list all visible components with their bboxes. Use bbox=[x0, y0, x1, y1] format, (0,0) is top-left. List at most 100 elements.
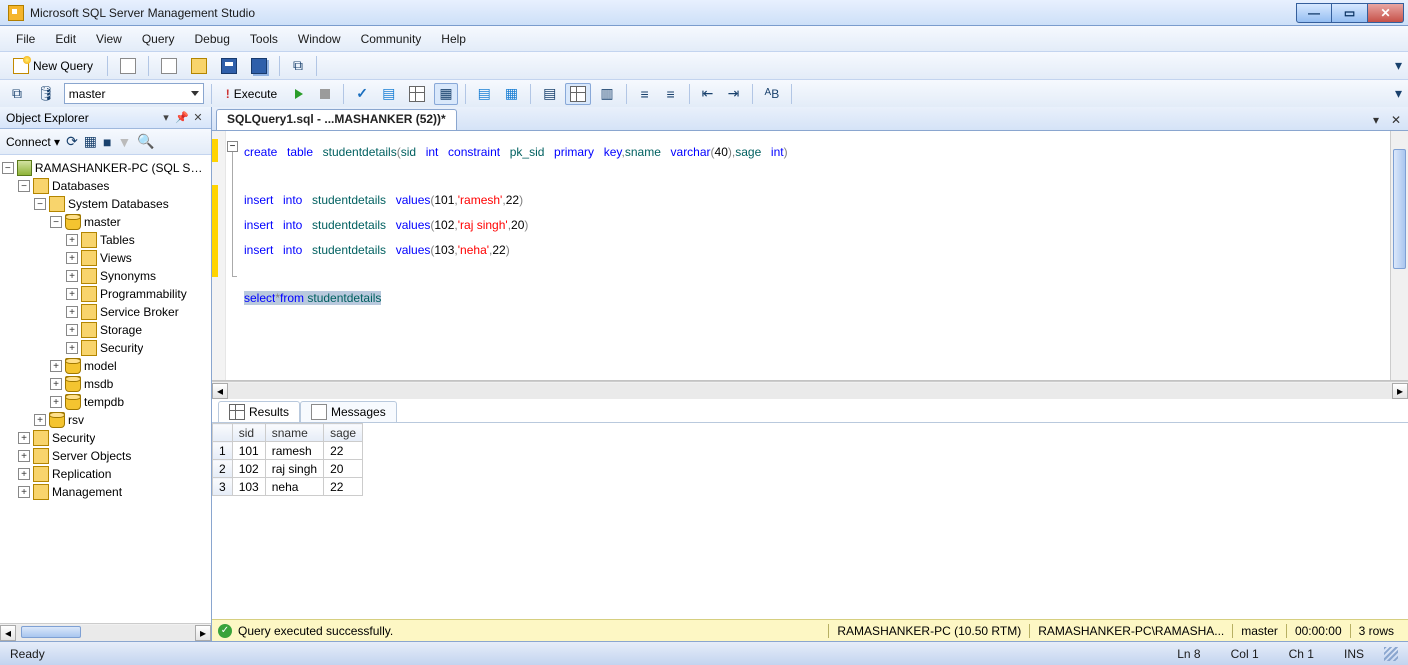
grid-cell-sname[interactable]: ramesh bbox=[265, 442, 323, 460]
tree-expander[interactable]: + bbox=[18, 486, 30, 498]
menu-help[interactable]: Help bbox=[433, 29, 474, 49]
close-icon[interactable]: ✕ bbox=[191, 111, 205, 125]
parse-button[interactable]: ✓ bbox=[351, 83, 373, 105]
grid-rownum[interactable]: 2 bbox=[213, 460, 233, 478]
tree-db-rsv[interactable]: +rsv bbox=[2, 411, 209, 429]
menu-community[interactable]: Community bbox=[353, 29, 430, 49]
include-statistics-button[interactable]: ▦ bbox=[500, 83, 523, 105]
tree-expander[interactable]: − bbox=[18, 180, 30, 192]
tree-expander[interactable]: + bbox=[66, 306, 78, 318]
intellisense-button[interactable]: ▦ bbox=[434, 83, 457, 105]
tree-expander[interactable]: + bbox=[66, 270, 78, 282]
scroll-right-arrow[interactable]: ▸ bbox=[195, 625, 211, 641]
tree-master-storage[interactable]: +Storage bbox=[2, 321, 209, 339]
search-icon[interactable]: 🔍 bbox=[137, 133, 154, 150]
scroll-left-arrow[interactable]: ◂ bbox=[212, 383, 228, 399]
tree-master-programmability[interactable]: +Programmability bbox=[2, 285, 209, 303]
messages-tab[interactable]: Messages bbox=[300, 401, 397, 422]
disconnect-icon[interactable]: ▦ bbox=[84, 133, 97, 150]
grid-cell-sid[interactable]: 103 bbox=[232, 478, 265, 496]
grid-cell-sname[interactable]: neha bbox=[265, 478, 323, 496]
tree-db-model[interactable]: +model bbox=[2, 357, 209, 375]
editor-hscroll[interactable]: ◂ ▸ bbox=[212, 381, 1408, 399]
menu-debug[interactable]: Debug bbox=[187, 29, 238, 49]
cancel-button[interactable] bbox=[314, 83, 336, 105]
tree-expander[interactable]: + bbox=[66, 234, 78, 246]
new-file-button[interactable] bbox=[156, 55, 182, 77]
save-button[interactable] bbox=[216, 55, 242, 77]
decrease-indent-button[interactable]: ⇤ bbox=[697, 83, 719, 105]
tree-expander[interactable]: + bbox=[18, 450, 30, 462]
toolbar-overflow-icon[interactable]: ▾ bbox=[1395, 85, 1402, 102]
grid-col-sid[interactable]: sid bbox=[232, 424, 265, 442]
grid-cell-sage[interactable]: 22 bbox=[324, 478, 363, 496]
tree-expander[interactable]: + bbox=[34, 414, 46, 426]
tree-master-service-broker[interactable]: +Service Broker bbox=[2, 303, 209, 321]
results-text-button[interactable]: ▤ bbox=[538, 83, 561, 105]
menu-file[interactable]: File bbox=[8, 29, 43, 49]
grid-cell-sage[interactable]: 22 bbox=[324, 442, 363, 460]
results-grid-button[interactable] bbox=[565, 83, 591, 105]
document-tab[interactable]: SQLQuery1.sql - ...MASHANKER (52))* bbox=[216, 109, 457, 130]
tree-server-management[interactable]: +Management bbox=[2, 483, 209, 501]
tree-server-server-objects[interactable]: +Server Objects bbox=[2, 447, 209, 465]
grid-rownum[interactable]: 3 bbox=[213, 478, 233, 496]
results-grid[interactable]: sidsnamesage1101ramesh222102raj singh203… bbox=[212, 423, 363, 496]
comment-button[interactable]: ≡ bbox=[634, 83, 656, 105]
grid-corner[interactable] bbox=[213, 424, 233, 442]
refresh-icon[interactable]: ⟳ bbox=[66, 133, 78, 150]
menu-view[interactable]: View bbox=[88, 29, 130, 49]
grid-col-sname[interactable]: sname bbox=[265, 424, 323, 442]
uncomment-button[interactable]: ≡ bbox=[660, 83, 682, 105]
include-actual-plan-button[interactable]: ▤ bbox=[473, 83, 496, 105]
table-row[interactable]: 1101ramesh22 bbox=[213, 442, 363, 460]
tree-master-tables[interactable]: +Tables bbox=[2, 231, 209, 249]
menu-query[interactable]: Query bbox=[134, 29, 183, 49]
grid-cell-sid[interactable]: 102 bbox=[232, 460, 265, 478]
maximize-button[interactable]: ▭ bbox=[1332, 3, 1368, 23]
close-button[interactable]: ✕ bbox=[1368, 3, 1404, 23]
results-file-button[interactable]: ▥ bbox=[595, 83, 618, 105]
tree-expander[interactable]: + bbox=[50, 378, 62, 390]
menu-window[interactable]: Window bbox=[290, 29, 349, 49]
table-row[interactable]: 2102raj singh20 bbox=[213, 460, 363, 478]
execute-button[interactable]: ! Execute bbox=[219, 83, 284, 105]
tree-expander[interactable]: + bbox=[66, 342, 78, 354]
connect-button[interactable]: Connect ▾ bbox=[6, 135, 60, 149]
close-document-button[interactable]: ✕ bbox=[1388, 112, 1404, 128]
tree-expander[interactable]: + bbox=[50, 396, 62, 408]
tree-system-databases[interactable]: −System Databases bbox=[2, 195, 209, 213]
collapse-toggle[interactable]: − bbox=[227, 141, 238, 152]
object-explorer-hscroll[interactable]: ◂ ▸ bbox=[0, 623, 211, 641]
grid-cell-sname[interactable]: raj singh bbox=[265, 460, 323, 478]
pin-icon[interactable]: 📌 bbox=[175, 111, 189, 125]
results-grid-container[interactable]: sidsnamesage1101ramesh222102raj singh203… bbox=[212, 423, 1408, 619]
grid-col-sage[interactable]: sage bbox=[324, 424, 363, 442]
new-query-button[interactable]: New Query bbox=[6, 55, 100, 77]
new-database-engine-query-button[interactable] bbox=[115, 55, 141, 77]
scroll-left-arrow[interactable]: ◂ bbox=[0, 625, 16, 641]
scroll-right-arrow[interactable]: ▸ bbox=[1392, 383, 1408, 399]
tree-expander[interactable]: + bbox=[18, 432, 30, 444]
editor-vscroll[interactable] bbox=[1390, 131, 1408, 380]
grid-cell-sage[interactable]: 20 bbox=[324, 460, 363, 478]
menu-tools[interactable]: Tools bbox=[242, 29, 286, 49]
menu-edit[interactable]: Edit bbox=[47, 29, 84, 49]
tree-expander[interactable]: + bbox=[50, 360, 62, 372]
tree-server-replication[interactable]: +Replication bbox=[2, 465, 209, 483]
tree-expander[interactable]: + bbox=[18, 468, 30, 480]
tree-expander[interactable]: + bbox=[66, 252, 78, 264]
grid-cell-sid[interactable]: 101 bbox=[232, 442, 265, 460]
increase-indent-button[interactable]: ⇥ bbox=[723, 83, 745, 105]
tree-expander[interactable]: − bbox=[2, 162, 14, 174]
tree-expander[interactable]: + bbox=[66, 288, 78, 300]
tree-master-security[interactable]: +Security bbox=[2, 339, 209, 357]
tree-expander[interactable]: + bbox=[66, 324, 78, 336]
dropdown-icon[interactable]: ▾ bbox=[159, 111, 173, 125]
tree-db-tempdb[interactable]: +tempdb bbox=[2, 393, 209, 411]
outlining-margin[interactable]: − bbox=[226, 131, 240, 380]
tree-expander[interactable]: − bbox=[34, 198, 46, 210]
tree-master-synonyms[interactable]: +Synonyms bbox=[2, 267, 209, 285]
available-databases-combo[interactable]: master bbox=[64, 83, 204, 104]
filter-icon[interactable]: ▼ bbox=[118, 134, 132, 150]
